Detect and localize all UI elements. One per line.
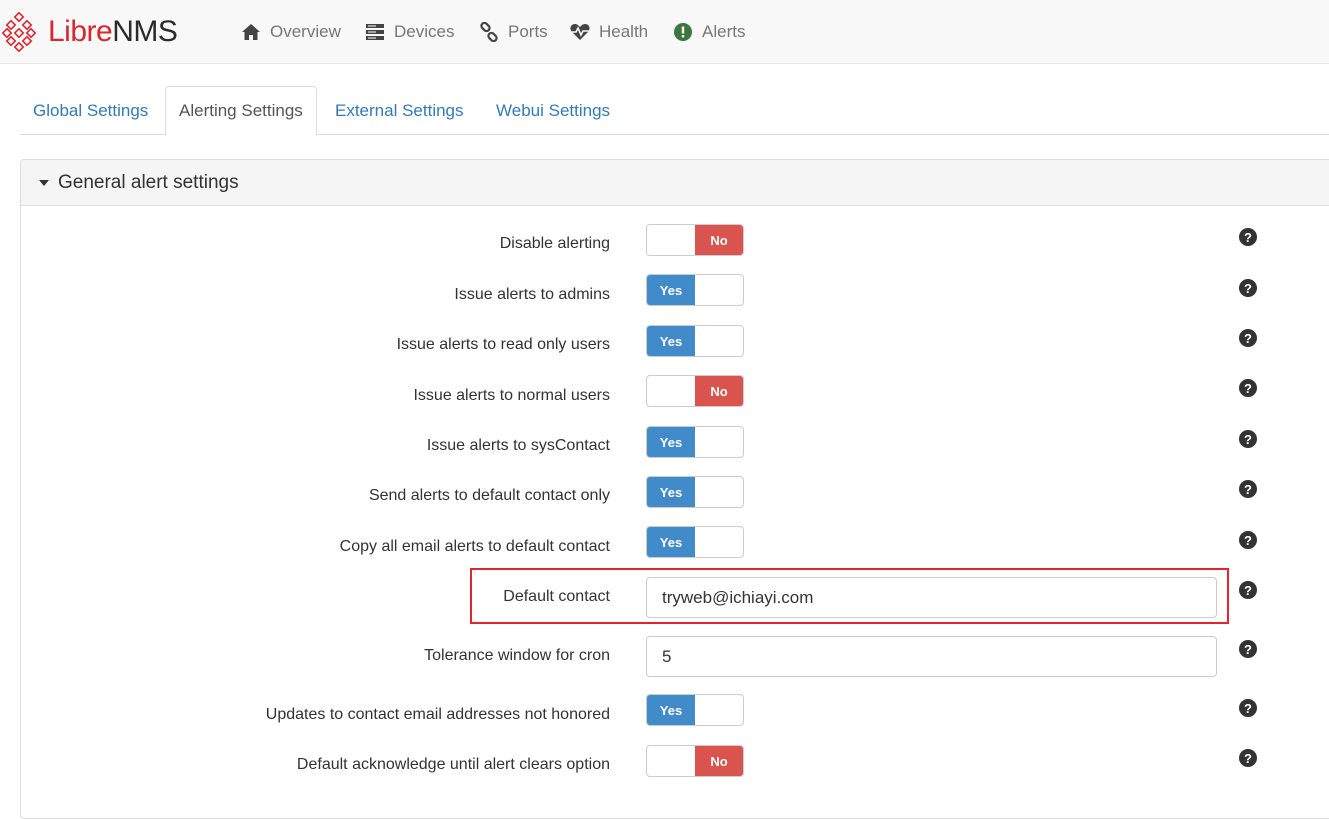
switch-copy-email-alerts[interactable]: Yes (646, 526, 744, 558)
label-issue-alerts-normal: Issue alerts to normal users (413, 387, 610, 404)
label-tolerance-window: Tolerance window for cron (424, 647, 610, 664)
help-icon[interactable]: ? (1239, 379, 1257, 397)
nav-overview[interactable]: Overview (240, 19, 341, 45)
tab-alerting-settings[interactable]: Alerting Settings (165, 86, 317, 136)
nav-ports[interactable]: Ports (478, 19, 548, 45)
help-icon[interactable]: ? (1239, 581, 1257, 599)
switch-state: Yes (647, 427, 695, 457)
tolerance-window-field[interactable] (646, 636, 1217, 677)
switch-state: Yes (647, 326, 695, 356)
switch-default-acknowledge[interactable]: No (646, 745, 744, 777)
librenms-logo[interactable]: LibreNMS (2, 12, 178, 52)
switch-state: No (695, 225, 743, 255)
switch-issue-alerts-normal[interactable]: No (646, 375, 744, 407)
settings-tabs: Global Settings Alerting Settings Extern… (20, 86, 1329, 136)
panel-title: General alert settings (58, 171, 239, 193)
switch-disable-alerting[interactable]: No (646, 224, 744, 256)
switch-state: No (695, 746, 743, 776)
help-icon[interactable]: ? (1239, 640, 1257, 658)
help-icon[interactable]: ? (1239, 531, 1257, 549)
label-updates-contact-email: Updates to contact email addresses not h… (265, 706, 610, 723)
label-default-acknowledge: Default acknowledge until alert clears o… (296, 756, 610, 773)
nav-devices[interactable]: Devices (364, 19, 454, 45)
help-icon[interactable]: ? (1239, 329, 1257, 347)
brand-libre: Libre (48, 15, 113, 48)
switch-issue-alerts-admins[interactable]: Yes (646, 274, 744, 306)
nav-alerts[interactable]: Alerts (672, 19, 745, 45)
label-issue-alerts-readonly: Issue alerts to read only users (396, 336, 610, 353)
nav-health-label: Health (599, 22, 649, 41)
librenms-logo-icon (2, 12, 37, 52)
link-icon (478, 21, 500, 43)
help-icon[interactable]: ? (1239, 430, 1257, 448)
label-disable-alerting: Disable alerting (499, 235, 610, 252)
switch-updates-contact-email[interactable]: Yes (646, 694, 744, 726)
label-issue-alerts-syscontact: Issue alerts to sysContact (426, 437, 610, 454)
nav-health[interactable]: Health (569, 19, 648, 45)
nav-overview-label: Overview (270, 22, 341, 41)
switch-state: Yes (647, 695, 695, 725)
help-icon[interactable]: ? (1239, 749, 1257, 767)
help-icon[interactable]: ? (1239, 228, 1257, 246)
top-navbar: LibreNMS Overview Devices Ports Health A… (0, 0, 1329, 64)
help-icon[interactable]: ? (1239, 279, 1257, 297)
caret-down-icon (39, 179, 49, 186)
home-icon (240, 21, 262, 43)
server-icon (364, 21, 386, 43)
default-contact-field[interactable] (646, 577, 1217, 618)
switch-state: Yes (647, 275, 695, 305)
nav-alerts-label: Alerts (702, 22, 746, 41)
label-issue-alerts-admins: Issue alerts to admins (454, 286, 610, 303)
help-icon[interactable]: ? (1239, 480, 1257, 498)
alert-circle-icon (672, 21, 694, 43)
nav-ports-label: Ports (508, 22, 548, 41)
switch-state: Yes (647, 477, 695, 507)
switch-send-default-only[interactable]: Yes (646, 476, 744, 508)
tab-global-settings[interactable]: Global Settings (20, 86, 161, 135)
switch-state: Yes (647, 527, 695, 557)
label-send-default-only: Send alerts to default contact only (368, 487, 610, 504)
switch-issue-alerts-readonly[interactable]: Yes (646, 325, 744, 357)
heartbeat-icon (569, 21, 591, 43)
brand-name: LibreNMS (48, 15, 178, 48)
nav-devices-label: Devices (394, 22, 455, 41)
tab-webui-settings[interactable]: Webui Settings (483, 86, 623, 135)
brand-nms: NMS (112, 15, 178, 48)
label-default-contact: Default contact (503, 588, 610, 605)
tab-external-settings[interactable]: External Settings (322, 86, 477, 135)
switch-issue-alerts-syscontact[interactable]: Yes (646, 426, 744, 458)
help-icon[interactable]: ? (1239, 699, 1257, 717)
switch-state: No (695, 376, 743, 406)
panel-heading[interactable]: General alert settings (21, 160, 1329, 206)
label-copy-email-alerts: Copy all email alerts to default contact (339, 538, 610, 555)
